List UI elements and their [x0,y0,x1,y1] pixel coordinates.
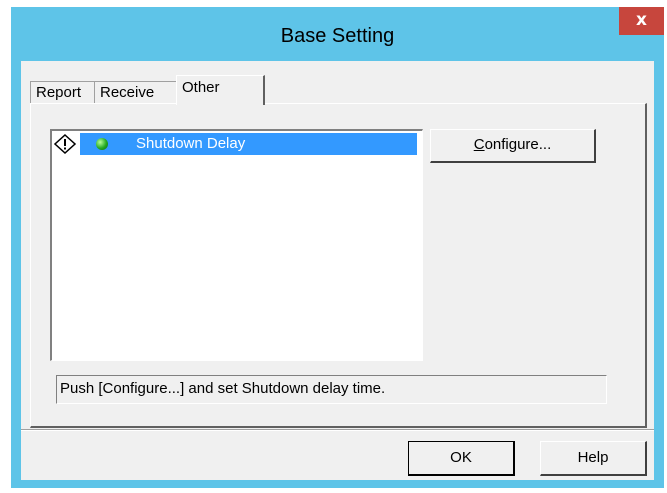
configure-label: onfigure... [484,136,552,153]
tab-other[interactable]: Other [176,75,265,105]
divider [21,429,654,431]
help-button[interactable]: Help [540,441,647,476]
dialog-client-area: Report Receive Other Shutdown Delay Conf… [21,61,654,480]
list-item-label: Shutdown Delay [136,135,246,152]
ok-button[interactable]: OK [408,441,515,476]
title-bar[interactable]: Base Setting x [11,7,664,61]
green-dot-icon [96,138,108,150]
configure-button[interactable]: Configure... [430,129,596,163]
status-description: Push [Configure...] and set Shutdown del… [56,375,607,404]
configure-mnemonic: C [473,136,485,153]
dialog-window: Base Setting x Report Receive Other Shut… [11,7,664,488]
close-button[interactable]: x [619,7,664,35]
tab-receive[interactable]: Receive [94,81,177,103]
list-item-selection: Shutdown Delay [80,133,417,155]
list-item[interactable]: Shutdown Delay [53,133,419,155]
settings-listbox[interactable]: Shutdown Delay [50,129,423,361]
tab-report[interactable]: Report [30,81,95,103]
window-title: Base Setting [280,25,395,47]
exclamation-diamond-icon [53,133,77,155]
